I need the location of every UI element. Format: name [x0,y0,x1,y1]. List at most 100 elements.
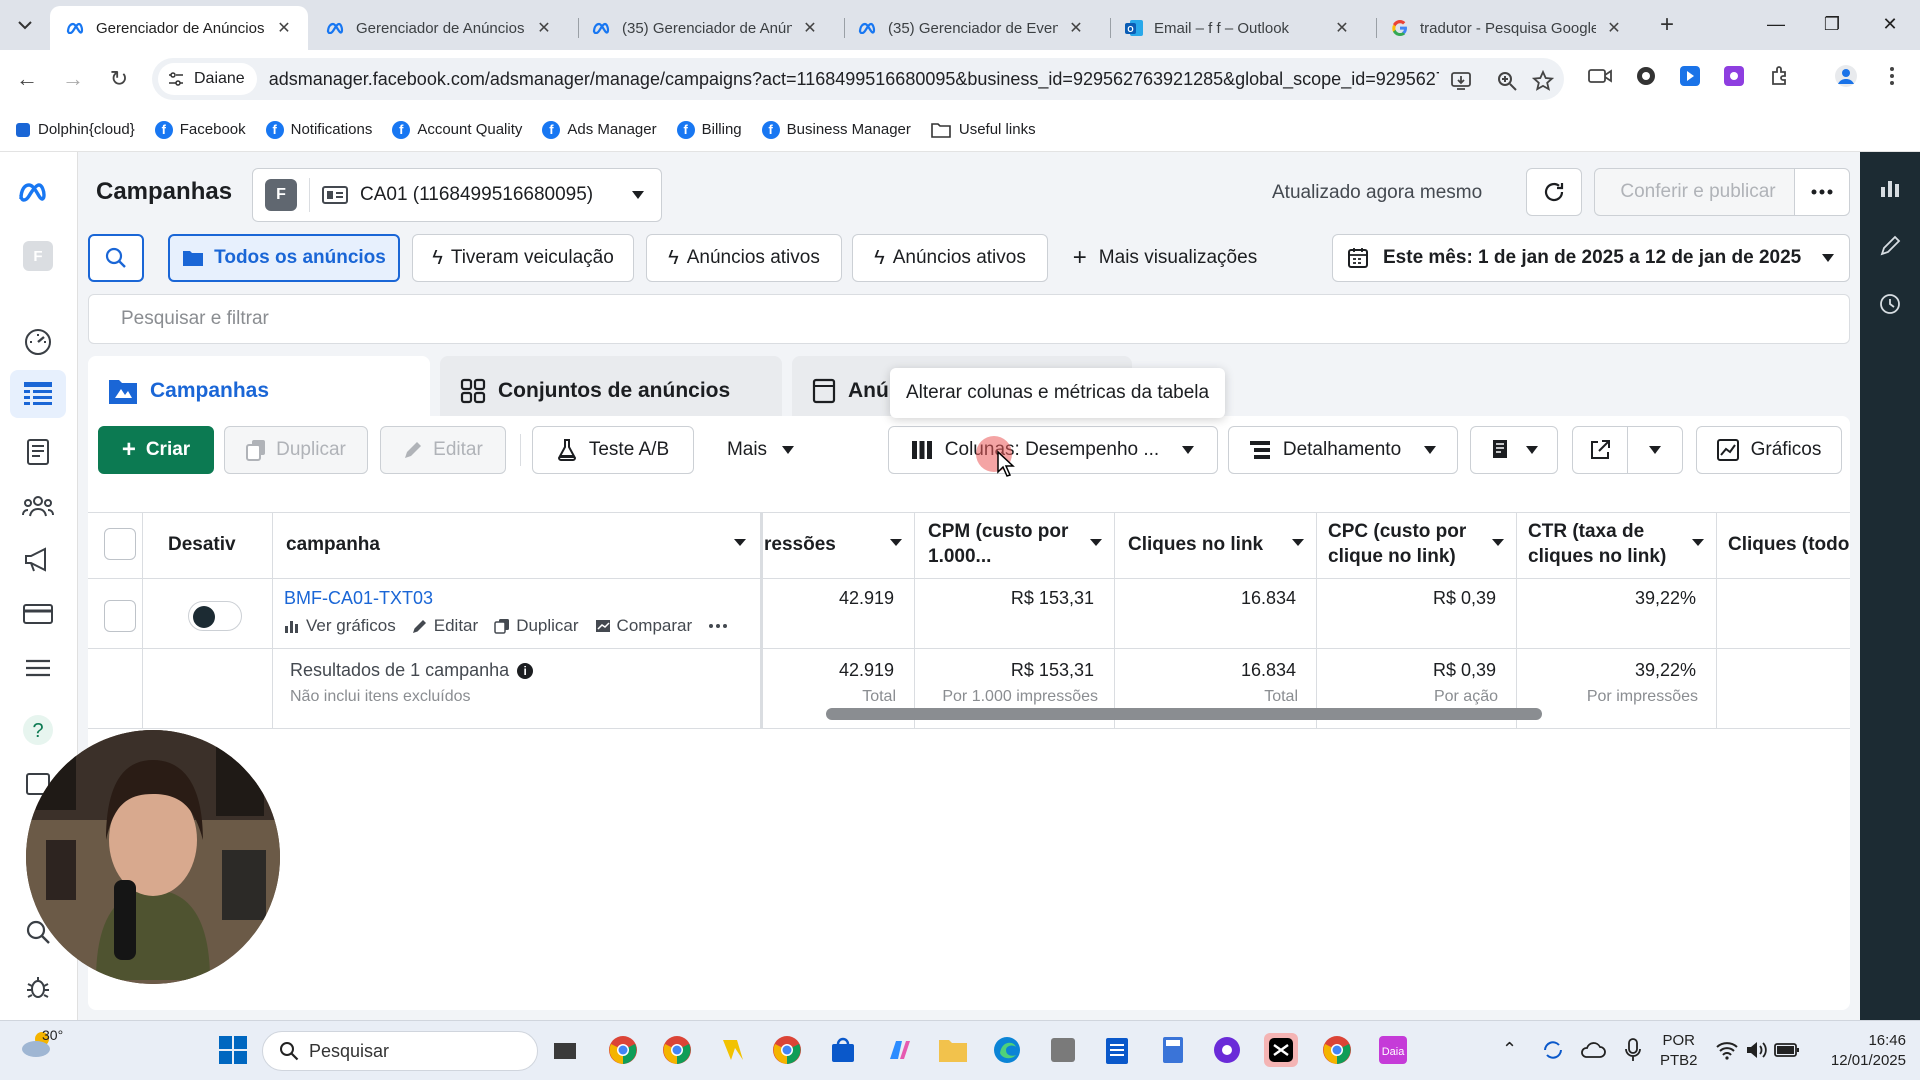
copilot-icon[interactable] [882,1033,916,1067]
microphone-tray-icon[interactable] [1616,1033,1650,1067]
wifi-icon[interactable] [1710,1033,1744,1067]
reports-dropdown-button[interactable] [1470,426,1558,474]
battery-icon[interactable] [1770,1033,1804,1067]
close-tab-icon[interactable]: ✕ [274,18,294,38]
billing-card-icon[interactable] [18,594,58,634]
bookmark-dolphin[interactable]: Dolphin{cloud} [16,121,135,138]
address-bar[interactable]: Daiane adsmanager.facebook.com/adsmanage… [152,58,1564,100]
view-active-ads-2[interactable]: ϟ Anúncios ativos [852,234,1048,282]
forward-button[interactable]: → [58,64,88,94]
menu-icon[interactable] [18,648,58,688]
bookmark-business-manager[interactable]: f Business Manager [761,120,911,139]
campaigns-table-icon[interactable] [10,370,66,418]
site-info-chip[interactable]: Daiane [158,63,257,95]
browser-tab-5[interactable]: O Email – f f – Outlook ✕ [1108,6,1366,50]
edit-row-link[interactable]: Editar [412,616,478,636]
sort-caret-icon[interactable] [1292,539,1304,546]
sort-caret-icon[interactable] [1492,539,1504,546]
sync-tray-icon[interactable] [1536,1033,1570,1067]
browser-tab-4[interactable]: (35) Gerenciador de Event ✕ [842,6,1100,50]
chrome-profile-3-icon[interactable] [1320,1033,1354,1067]
restore-button[interactable]: ❐ [1812,10,1852,38]
purple-app-icon[interactable] [1210,1033,1244,1067]
pencil-icon[interactable] [1876,232,1904,260]
new-tab-button[interactable]: + [1652,11,1682,38]
bookmark-ads-manager[interactable]: f Ads Manager [542,120,657,139]
create-button[interactable]: + Criar [98,426,214,474]
account-avatar[interactable]: F [18,236,58,276]
purple-extension-icon[interactable] [1720,62,1748,90]
close-tab-icon[interactable]: ✕ [534,18,554,38]
close-tab-icon[interactable]: ✕ [1066,18,1086,38]
view-all-ads[interactable]: Todos os anúncios [168,234,400,282]
duplicate-row-link[interactable]: Duplicar [494,616,579,636]
sort-caret-icon[interactable] [1692,539,1704,546]
scrollbar-thumb[interactable] [826,708,1542,720]
compare-row-link[interactable]: Comparar [595,616,692,636]
profile-avatar-icon[interactable] [1832,62,1860,90]
extension-puzzle-dark-icon[interactable] [1632,62,1660,90]
bookmark-notifications[interactable]: f Notifications [265,120,372,139]
bookmark-useful-links[interactable]: Useful links [931,121,1036,138]
view-had-delivery[interactable]: ϟ Tiveram veiculação [412,234,634,282]
url-text[interactable]: adsmanager.facebook.com/adsmanager/manag… [269,69,1439,90]
ad-account-selector[interactable]: F CA01 (1168499516680095) [252,168,662,222]
bookmark-account-quality[interactable]: f Account Quality [392,120,522,139]
chrome-profile-1-icon[interactable] [606,1033,640,1067]
notes-icon[interactable] [1100,1033,1134,1067]
column-header-campaign[interactable]: campanha [286,512,380,578]
app-gray-icon[interactable] [1046,1033,1080,1067]
close-tab-icon[interactable]: ✕ [800,18,820,38]
close-tab-icon[interactable]: ✕ [1604,18,1624,38]
column-header-all-clicks[interactable]: Cliques (todo [1728,512,1850,578]
browser-menu-icon[interactable] [1878,62,1906,90]
reports-icon[interactable] [18,432,58,472]
system-clock[interactable]: 16:46 12/01/2025 [1816,1031,1906,1071]
refresh-button[interactable] [1526,168,1582,216]
audiences-icon[interactable] [18,486,58,526]
bug-report-icon[interactable] [18,968,58,1008]
info-icon[interactable]: i [517,662,534,679]
extensions-puzzle-icon[interactable] [1766,62,1794,90]
history-clock-icon[interactable] [1876,290,1904,318]
columns-selector-button[interactable]: Colunas: Desempenho ... [888,426,1218,474]
zoom-icon[interactable] [1496,70,1518,92]
app-yellow-icon[interactable] [716,1033,750,1067]
file-explorer-icon[interactable] [936,1033,970,1067]
help-icon[interactable]: ? [18,710,58,750]
bookmark-facebook[interactable]: f Facebook [154,120,246,139]
install-app-icon[interactable] [1450,70,1472,92]
ab-test-button[interactable]: Teste A/B [532,426,694,474]
browser-tab-6[interactable]: tradutor - Pesquisa Google ✕ [1374,6,1638,50]
volume-icon[interactable] [1740,1033,1774,1067]
sort-caret-icon[interactable] [890,539,902,546]
weather-widget[interactable]: 30° [20,1027,63,1059]
sort-caret-icon[interactable] [1090,539,1102,546]
column-header-ctr[interactable]: CTR (taxa de cliques no link) [1528,512,1688,578]
chrome-icon[interactable] [770,1033,804,1067]
search-and-filter-input[interactable]: Pesquisar e filtrar [88,294,1850,344]
megaphone-icon[interactable] [18,540,58,580]
windows-start-icon[interactable] [216,1033,250,1067]
review-and-publish-button[interactable]: Conferir e publicar [1594,168,1802,216]
more-views-button[interactable]: + Mais visualizações [1060,234,1270,282]
minimize-button[interactable]: — [1756,10,1796,38]
browser-tab-1[interactable]: Gerenciador de Anúncios - ✕ [50,6,308,50]
campaign-name-link[interactable]: BMF-CA01-TXT03 [284,588,433,609]
search-toggle-button[interactable] [88,234,144,282]
gauge-icon[interactable] [18,322,58,362]
meta-logo-icon[interactable] [18,172,58,212]
reload-button[interactable]: ↻ [104,64,134,94]
horizontal-scrollbar[interactable] [826,708,1850,720]
edge-icon[interactable] [990,1033,1024,1067]
edit-button[interactable]: Editar [380,426,506,474]
show-hidden-icons[interactable]: ⌃ [1502,1039,1517,1060]
cloud-tray-icon[interactable] [1576,1033,1610,1067]
taskbar-search[interactable]: Pesquisar [262,1031,538,1071]
more-options-button[interactable] [1794,168,1850,216]
chrome-profile-2-icon[interactable] [660,1033,694,1067]
close-tab-icon[interactable]: ✕ [1332,18,1352,38]
export-button[interactable] [1572,426,1628,474]
bookmark-billing[interactable]: f Billing [676,120,742,139]
store-icon[interactable] [826,1033,860,1067]
